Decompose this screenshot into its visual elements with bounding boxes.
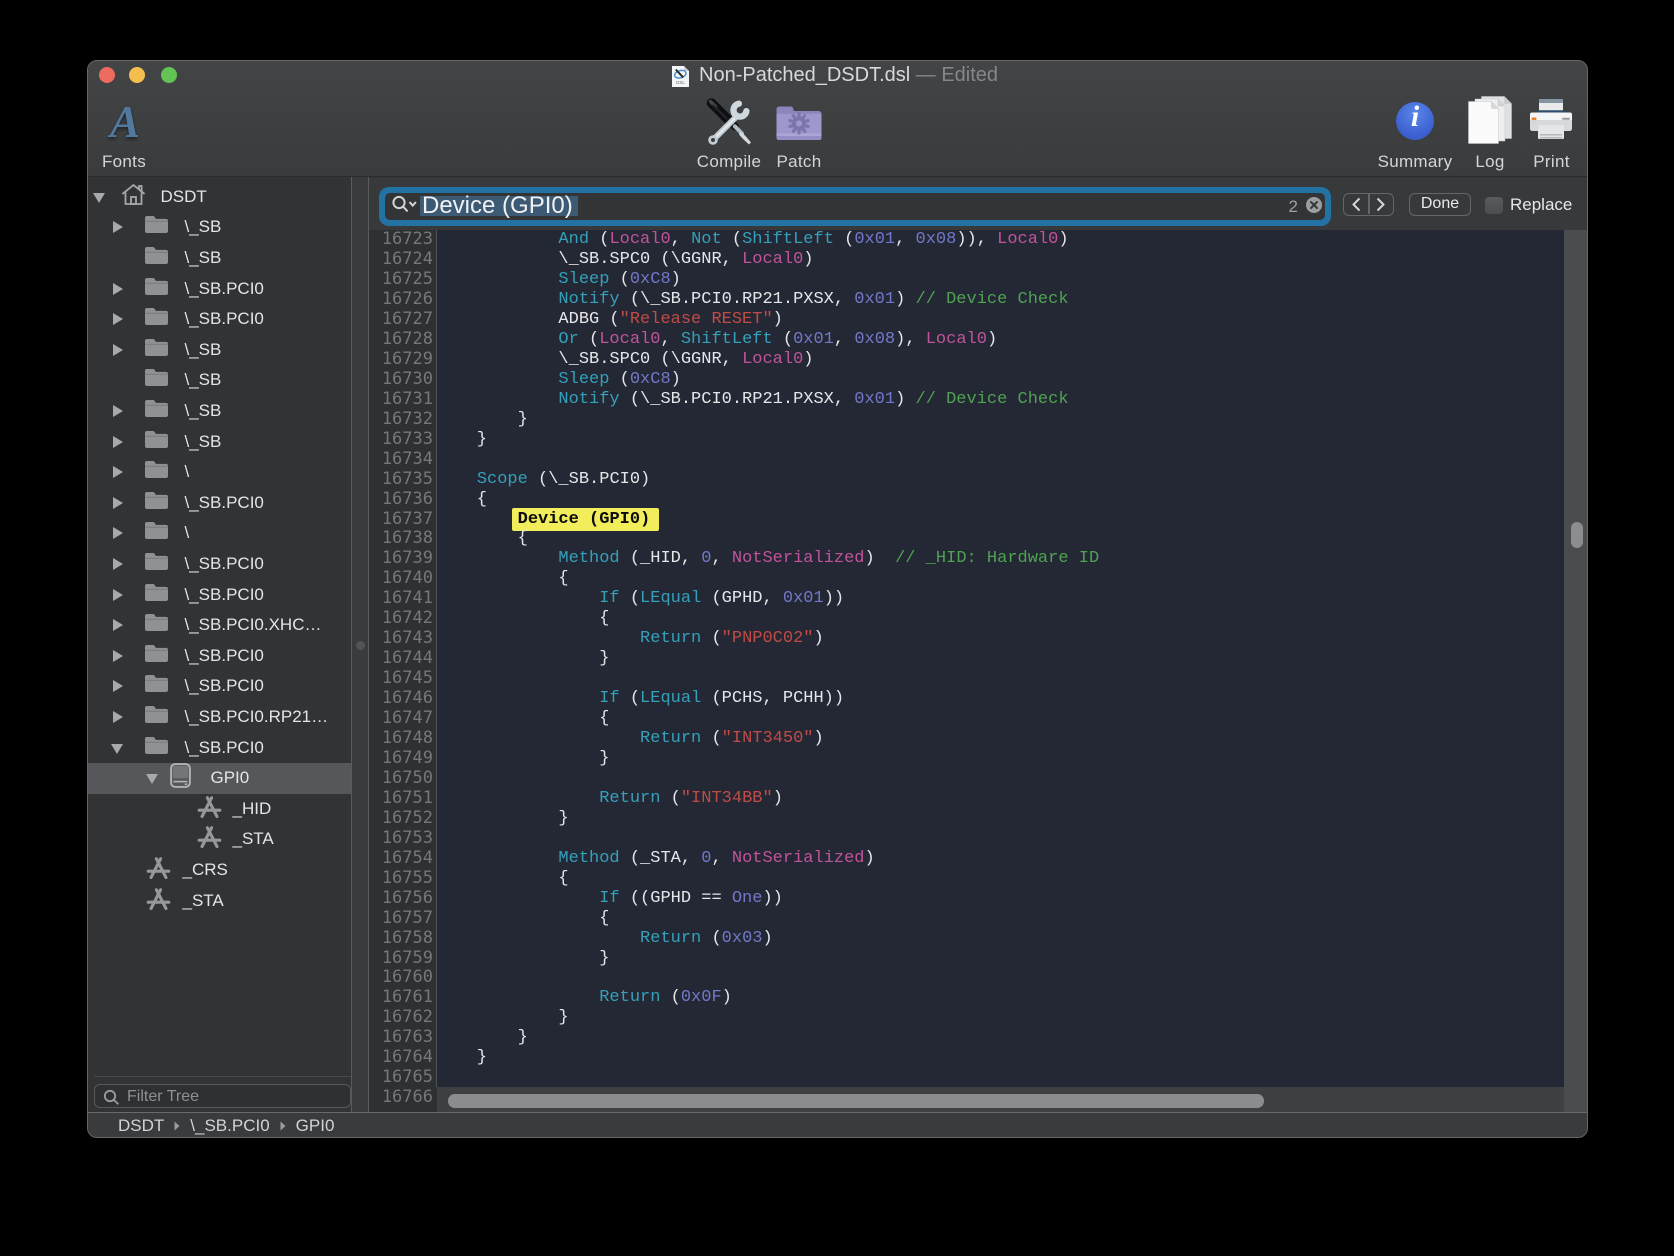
svg-text:DSL: DSL bbox=[676, 80, 685, 85]
